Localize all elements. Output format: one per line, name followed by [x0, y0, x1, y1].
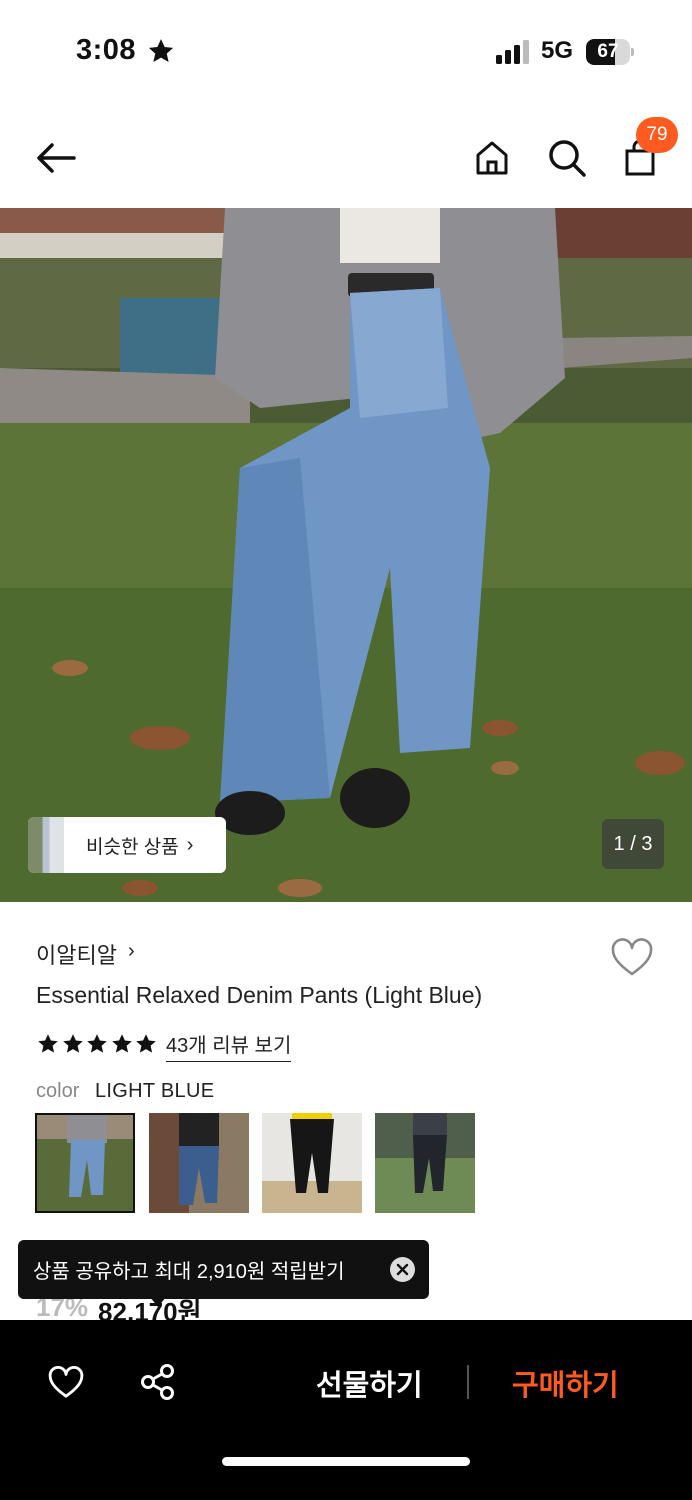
- chevron-right-icon: ›: [128, 940, 135, 962]
- swatch-photo: [413, 1113, 447, 1193]
- star-icon: [148, 39, 174, 62]
- buy-button[interactable]: 구매하기: [512, 1362, 619, 1404]
- color-label: color: [36, 1080, 80, 1102]
- bottom-action-bar: 선물하기 구매하기: [0, 1320, 692, 1500]
- heart-icon: [48, 1365, 84, 1398]
- battery-icon: 67: [586, 39, 634, 65]
- product-photo: [0, 208, 692, 902]
- back-button[interactable]: [32, 134, 80, 182]
- battery-level: 67: [597, 41, 619, 62]
- swatch-photo: [67, 1115, 107, 1197]
- home-icon: [476, 141, 508, 175]
- signal-icon: [496, 40, 529, 64]
- star-icon: [111, 1034, 132, 1053]
- rating-stars: [36, 1030, 159, 1058]
- star-icon: [87, 1034, 107, 1053]
- network-type: 5G: [541, 37, 574, 64]
- similar-products-label: 비슷한 상품: [86, 836, 179, 858]
- product-image[interactable]: [0, 208, 692, 902]
- chevron-right-icon: ›: [186, 833, 194, 856]
- color-value: LIGHT BLUE: [95, 1080, 215, 1102]
- star-icon: [62, 1034, 83, 1053]
- similar-products-button[interactable]: 비슷한 상품 ›: [28, 817, 226, 873]
- search-button[interactable]: [543, 134, 591, 182]
- heart-icon: [611, 938, 653, 976]
- review-link[interactable]: 43개 리뷰 보기: [166, 1029, 292, 1062]
- home-button[interactable]: [468, 134, 516, 182]
- product-name: Essential Relaxed Denim Pants (Light Blu…: [36, 982, 483, 1008]
- home-indicator: [222, 1457, 470, 1466]
- share-icon: [141, 1364, 174, 1400]
- toast-pointer: [150, 1297, 166, 1307]
- brand-link[interactable]: 이알티알: [36, 938, 117, 970]
- close-icon: [396, 1263, 409, 1276]
- star-icon: [38, 1034, 58, 1053]
- top-nav: [0, 110, 692, 208]
- arrow-left-icon: [37, 143, 76, 173]
- share-button[interactable]: [138, 1362, 178, 1402]
- similar-products-thumbnail: [28, 817, 64, 873]
- star-icon: [136, 1034, 156, 1053]
- color-swatch-light-blue[interactable]: [35, 1113, 135, 1213]
- toast-text: 상품 공유하고 최대 2,910원 적립받기: [33, 1261, 345, 1283]
- color-swatch-black[interactable]: [262, 1113, 362, 1213]
- status-bar: 3:08 5G 67: [0, 0, 692, 100]
- image-page-indicator: 1 / 3: [602, 819, 664, 869]
- search-icon: [549, 140, 586, 177]
- share-reward-toast[interactable]: 상품 공유하고 최대 2,910원 적립받기: [18, 1240, 429, 1299]
- gift-button[interactable]: 선물하기: [316, 1362, 423, 1404]
- color-swatch-dark-blue[interactable]: [149, 1113, 249, 1213]
- toast-close-button[interactable]: [390, 1257, 415, 1282]
- wishlist-button[interactable]: [608, 934, 656, 982]
- swatch-photo: [290, 1113, 334, 1193]
- color-swatch-dark-gray[interactable]: [375, 1113, 475, 1213]
- status-time: 3:08: [76, 34, 137, 66]
- swatch-photo: [179, 1113, 219, 1205]
- like-button[interactable]: [46, 1362, 86, 1402]
- divider: [467, 1365, 469, 1399]
- cart-count-badge: 79: [636, 117, 678, 153]
